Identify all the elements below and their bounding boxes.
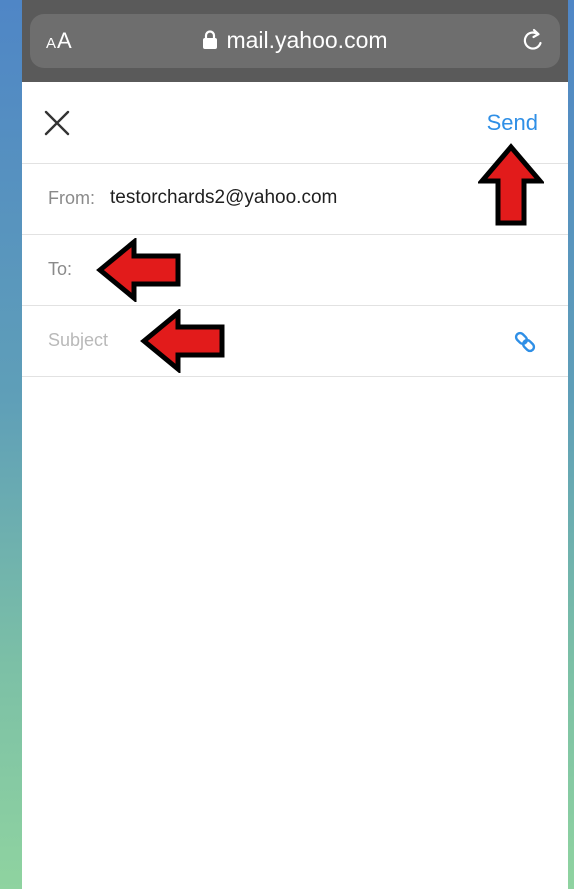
annotation-arrow-subject: [140, 309, 225, 373]
browser-bar: AA mail.yahoo.com: [22, 0, 568, 82]
address-bar[interactable]: AA mail.yahoo.com: [30, 14, 560, 68]
send-button[interactable]: Send: [487, 110, 538, 136]
attachment-icon[interactable]: [512, 329, 538, 355]
from-label: From:: [48, 188, 95, 208]
subject-placeholder: Subject: [48, 330, 109, 350]
close-icon[interactable]: [44, 110, 70, 136]
url-display[interactable]: mail.yahoo.com: [30, 27, 560, 54]
annotation-arrow-to: [96, 238, 181, 302]
to-label: To:: [48, 259, 73, 279]
url-text: mail.yahoo.com: [226, 27, 388, 53]
annotation-arrow-send: [478, 143, 544, 226]
reload-icon[interactable]: [520, 27, 546, 55]
from-address[interactable]: testorchards2@yahoo.com: [110, 187, 337, 209]
lock-icon: [203, 30, 218, 49]
subject-field[interactable]: Subject: [22, 306, 568, 377]
